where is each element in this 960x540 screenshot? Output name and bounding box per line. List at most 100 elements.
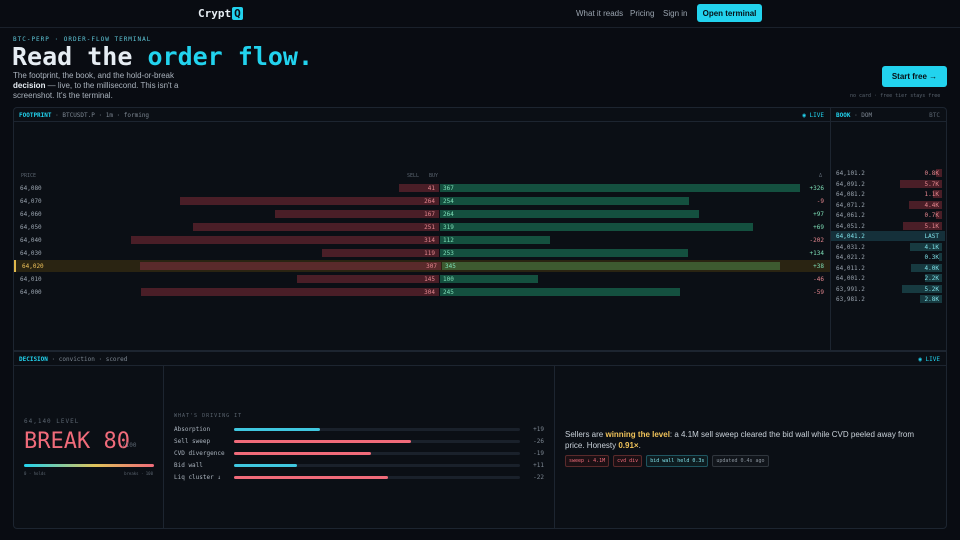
book-price: 64,091.2	[836, 180, 865, 188]
signal-chip: updated 0.4s ago	[712, 455, 769, 467]
buy-value: 264	[443, 211, 454, 218]
book-header: BOOK · DOM BTC	[831, 108, 946, 122]
score-card: 64,140 LEVEL BREAK 80 /100 0 · holds bre…	[14, 366, 164, 528]
footprint-price: 64,080	[20, 185, 42, 192]
footprint-panel: FOOTPRINT · BTCUSDT.P · 1m · forming ◉ LI…	[13, 107, 831, 351]
footprint-header: FOOTPRINT · BTCUSDT.P · 1m · forming ◉ LI…	[14, 108, 830, 122]
book-panel: BOOK · DOM BTC 64,101.2 0.8K 64,091.2 5.7K 64…	[831, 107, 947, 351]
scale-low-label: 0 · holds	[24, 471, 46, 476]
sell-bar	[180, 197, 439, 205]
signal-chip: bid wall held 0.3s	[646, 455, 709, 467]
footprint-price: 64,000	[20, 289, 42, 296]
book-row: 64,041.2 LAST	[831, 231, 945, 241]
headline-part-a: Read the	[12, 42, 148, 71]
buy-value: 253	[443, 250, 454, 257]
footprint-price: 64,010	[20, 276, 42, 283]
book-row: 63,991.2 5.2K	[831, 284, 945, 294]
delta-value: +69	[813, 224, 824, 231]
col-header-price: PRICE	[21, 173, 37, 179]
book-row: 64,031.2 4.1K	[831, 242, 945, 252]
buy-value: 100	[443, 276, 454, 283]
buy-bar	[440, 249, 688, 257]
book-price: 64,081.2	[836, 191, 865, 198]
decision-header: DECISION · conviction · scored ◉ LIVE	[14, 352, 946, 366]
book-size: 4.1K	[924, 243, 939, 251]
book-subtitle: · DOM	[850, 112, 873, 119]
buy-value: 345	[445, 263, 456, 270]
sell-value: 251	[424, 224, 435, 231]
decision-live-badge: ◉ LIVE	[918, 356, 940, 363]
sell-bar	[140, 262, 441, 270]
drivers-title: WHAT'S DRIVING IT	[174, 413, 243, 419]
book-row: 64,081.2 1.1K	[831, 189, 945, 199]
driver-value: -22	[533, 474, 544, 481]
book-row: 64,051.2 5.1K	[831, 221, 945, 231]
start-free-button[interactable]: Start free →	[882, 66, 947, 87]
driver-track	[234, 428, 520, 431]
buy-value: 245	[443, 289, 454, 296]
book-row: 64,061.2 0.7K	[831, 210, 945, 220]
delta-value: +97	[813, 211, 824, 218]
book-size: 5.2K	[924, 285, 939, 293]
driver-row: Liq cluster ↓ -22	[174, 472, 549, 484]
narr-highlight: winning the level	[605, 430, 670, 439]
book-size: 2.8K	[924, 296, 939, 303]
sell-value: 304	[424, 289, 435, 296]
sell-value: 264	[424, 198, 435, 205]
book-row: 64,101.2 0.8K	[831, 168, 945, 178]
footprint-row: 64,040 314 112 -202	[14, 234, 830, 246]
decision-subtitle: · conviction · scored	[47, 356, 128, 363]
buy-bar	[440, 288, 681, 296]
book-row: 63,981.2 2.8K	[831, 294, 945, 304]
headline-accent: order flow.	[147, 42, 314, 71]
footprint-row: 64,010 145 100 -46	[14, 273, 830, 285]
footprint-row: 64,050 251 319 +69	[14, 221, 830, 233]
book-title: BOOK	[836, 112, 851, 119]
footprint-row: 64,020 307 345 +38	[14, 260, 830, 272]
col-header-sell: SELL	[407, 173, 420, 179]
col-header-delta: Δ	[819, 173, 823, 179]
buy-value: 254	[443, 198, 454, 205]
sell-bar	[193, 223, 439, 231]
delta-value: -46	[813, 276, 824, 283]
footprint-live-badge: ◉ LIVE	[802, 112, 824, 119]
footprint-price: 64,020	[22, 263, 44, 270]
buy-bar	[440, 210, 699, 218]
footprint-price: 64,070	[20, 198, 42, 205]
footprint-price: 64,050	[20, 224, 42, 231]
narr-part-e: .	[638, 441, 641, 450]
buy-bar	[440, 184, 800, 192]
footprint-title: FOOTPRINT	[19, 112, 52, 119]
book-price: 64,031.2	[836, 243, 865, 251]
sell-value: 307	[426, 263, 437, 270]
book-price: 64,051.2	[836, 222, 865, 230]
footprint-price: 64,040	[20, 237, 42, 244]
driver-value: -26	[533, 438, 544, 445]
delta-value: +134	[809, 250, 824, 257]
brand-logo[interactable]: Crypt Q	[198, 7, 243, 20]
book-size: 0.7K	[924, 212, 939, 219]
nav-link-pricing[interactable]: Pricing	[630, 9, 654, 18]
nav-link-sign-in[interactable]: Sign in	[663, 9, 687, 18]
delta-value: -9	[816, 198, 824, 205]
brand-mark: Q	[232, 7, 243, 20]
driver-track	[234, 476, 520, 479]
book-price: 64,071.2	[836, 201, 865, 209]
scale-high-label: breaks · 100	[124, 471, 153, 476]
narr-part-a: Sellers are	[565, 430, 606, 439]
col-header-buy: BUY	[429, 173, 439, 179]
driver-fill	[234, 452, 372, 455]
driver-value: +19	[533, 426, 544, 433]
score-out-of: /100	[122, 442, 137, 449]
nav-link-what-it-reads[interactable]: What it reads	[576, 9, 623, 18]
drivers-card: WHAT'S DRIVING IT Absorption +19 Sell swee…	[164, 366, 555, 528]
verdict-score: BREAK 80	[24, 429, 130, 454]
book-size: LAST	[924, 233, 939, 240]
buy-bar	[440, 197, 689, 205]
buy-bar	[440, 223, 753, 231]
sell-bar	[141, 288, 439, 296]
top-nav: Crypt Q What it reads Pricing Sign in Ope…	[0, 0, 960, 28]
buy-value: 319	[443, 224, 454, 231]
driver-fill	[234, 464, 297, 467]
open-terminal-button[interactable]: Open terminal	[697, 4, 762, 22]
